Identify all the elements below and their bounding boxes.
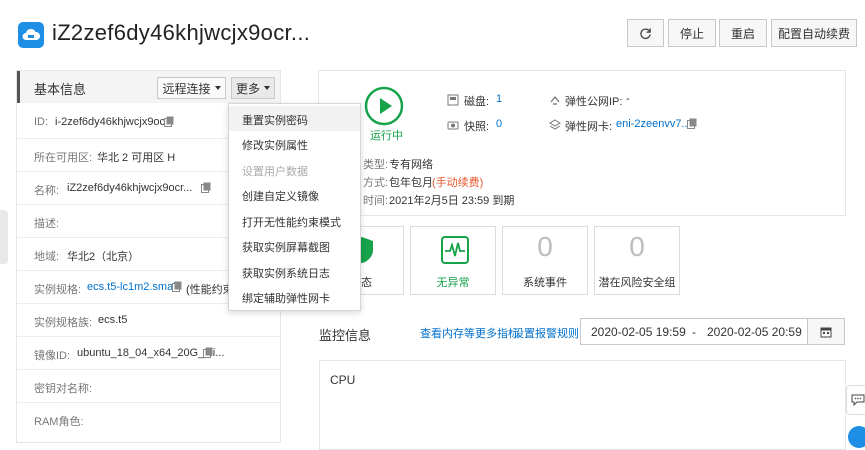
running-play-icon <box>364 86 404 126</box>
more-button[interactable]: 更多 <box>231 77 275 99</box>
info-row-ram: RAM角色: <box>17 403 280 436</box>
region-value: 华北2（北京） <box>67 251 140 263</box>
remote-connect-label: 远程连接 <box>162 81 211 96</box>
info-label: RAM角色: <box>34 416 84 428</box>
info-label: 地域: <box>34 251 60 263</box>
security-risk-label: 潜在风险安全组 <box>598 277 676 289</box>
copy-icon[interactable] <box>164 116 174 127</box>
menu-item-unlimited-mode[interactable]: 打开无性能约束模式 <box>229 208 360 233</box>
security-risk-count: 0 <box>629 231 645 262</box>
menu-item-user-data: 设置用户数据 <box>242 166 308 178</box>
info-label: 所在可用区: <box>34 152 93 164</box>
info-label: 名称: <box>34 185 60 197</box>
eni-label: 弹性网卡: <box>565 121 613 133</box>
page-header: iZ2zef6dy46khjwcjx9ocr... 停止 重启 配置自动续费 <box>0 0 865 68</box>
billing-value: 包年包月 <box>389 177 433 189</box>
snapshot-count-link[interactable]: 0 <box>496 118 502 130</box>
info-row-keypair: 密钥对名称: <box>17 370 280 403</box>
menu-item-system-log[interactable]: 获取实例系统日志 <box>229 259 360 284</box>
chevron-down-icon <box>214 86 221 90</box>
system-event-count: 0 <box>537 231 553 262</box>
name-value: iZ2zef6dy46khjwcjx9ocr... <box>67 182 193 194</box>
copy-icon[interactable] <box>172 281 182 292</box>
security-group-risk-tile[interactable]: 0 潜在风险安全组 <box>594 226 680 295</box>
stop-button[interactable]: 停止 <box>668 19 716 47</box>
cpu-chart-panel: CPU <box>319 360 846 450</box>
cpu-label: CPU <box>330 373 356 387</box>
instance-id-value: i-2zef6dy46khjwcjx9ocr <box>55 116 169 128</box>
date-end: 2020-02-05 20:59 <box>707 325 802 339</box>
basic-info-header: 基本信息 远程连接 更多 <box>17 71 280 103</box>
running-status-label: 运行中 <box>370 130 403 142</box>
expire-label: 时间: <box>363 195 389 207</box>
health-tile-label: 无异常 <box>436 277 470 289</box>
info-label: 实例规格族: <box>34 317 93 329</box>
zone-value: 华北 2 可用区 H <box>97 152 176 164</box>
billing-label: 方式: <box>363 177 389 189</box>
date-separator: - <box>692 325 696 339</box>
monitor-title: 监控信息 <box>319 328 372 343</box>
snapshot-icon <box>447 121 459 130</box>
disk-count-link[interactable]: 1 <box>496 93 502 105</box>
alarm-rules-link[interactable]: 设置报警规则 <box>513 325 579 341</box>
basic-info-title: 基本信息 <box>34 82 87 97</box>
collapse-sidebar-tab[interactable] <box>0 210 8 264</box>
menu-item-screenshot[interactable]: 获取实例屏幕截图 <box>229 233 360 258</box>
eip-icon <box>550 95 560 105</box>
copy-icon[interactable] <box>201 182 211 193</box>
menu-item-bind-eni[interactable]: 绑定辅助弹性网卡 <box>229 284 360 309</box>
info-row-image: 镜像ID: ubuntu_18_04_x64_20G_ali... <box>17 337 280 370</box>
info-label: 镜像ID: <box>34 350 71 362</box>
expire-value: 2021年2月5日 23:59 到期 <box>389 195 515 207</box>
network-type-label: 类型: <box>363 159 389 171</box>
info-label: 密钥对名称: <box>34 383 93 395</box>
more-dropdown-menu: 重置实例密码 修改实例属性 设置用户数据 创建自定义镜像 打开无性能约束模式 获… <box>228 103 361 311</box>
help-bubble-icon[interactable] <box>848 426 865 448</box>
disk-icon <box>447 94 459 106</box>
network-type-value: 专有网络 <box>389 159 433 171</box>
eni-icon <box>549 119 561 130</box>
refresh-button[interactable] <box>627 19 664 47</box>
chevron-down-icon <box>264 86 270 90</box>
spec-extra: (性能约束 <box>186 284 234 296</box>
restart-button[interactable]: 重启 <box>719 19 767 47</box>
health-tile[interactable]: 无异常 <box>410 226 496 295</box>
copy-icon[interactable] <box>203 347 213 358</box>
heartbeat-monitor-icon <box>441 236 469 264</box>
billing-extra: (手动续费) <box>432 177 484 189</box>
info-label: ID: <box>34 116 49 128</box>
instance-title: iZ2zef6dy46khjwcjx9ocr... <box>52 20 311 45</box>
eip-value: - <box>626 93 630 105</box>
eip-label: 弹性公网IP: <box>565 96 623 108</box>
menu-item-reset-password[interactable]: 重置实例密码 <box>229 106 360 131</box>
spec-family-value: ecs.t5 <box>98 314 128 326</box>
calendar-icon <box>820 327 832 337</box>
info-label: 实例规格: <box>34 284 82 296</box>
feedback-button[interactable] <box>846 385 865 415</box>
remote-connect-button[interactable]: 远程连接 <box>157 77 226 99</box>
spec-link[interactable]: ecs.t5-lc1m2.small <box>87 281 178 293</box>
more-label: 更多 <box>235 81 260 96</box>
snapshot-label: 快照: <box>464 121 490 133</box>
refresh-icon <box>640 27 651 39</box>
chat-icon <box>851 394 865 406</box>
disk-label: 磁盘: <box>464 96 490 108</box>
date-start: 2020-02-05 19:59 <box>591 325 686 339</box>
system-event-tile[interactable]: 0 系统事件 <box>502 226 588 295</box>
copy-icon[interactable] <box>687 118 697 129</box>
cloud-server-icon <box>18 22 44 48</box>
more-metrics-link[interactable]: 查看内存等更多指标 <box>420 325 519 341</box>
system-event-label: 系统事件 <box>523 277 567 289</box>
date-range-picker[interactable]: 2020-02-05 19:59 - 2020-02-05 20:59 <box>580 318 808 345</box>
menu-item-modify-attributes[interactable]: 修改实例属性 <box>229 131 360 156</box>
eni-link[interactable]: eni-2zeenvv7... <box>616 118 691 130</box>
calendar-button[interactable] <box>808 318 845 345</box>
instance-status-card: 运行中 磁盘: 1 快照: 0 弹性公网IP: - 弹性网卡: eni-2zee… <box>318 70 846 216</box>
menu-item-create-image[interactable]: 创建自定义镜像 <box>229 182 360 207</box>
auto-renew-button[interactable]: 配置自动续费 <box>771 19 857 47</box>
info-label: 描述: <box>34 218 60 230</box>
